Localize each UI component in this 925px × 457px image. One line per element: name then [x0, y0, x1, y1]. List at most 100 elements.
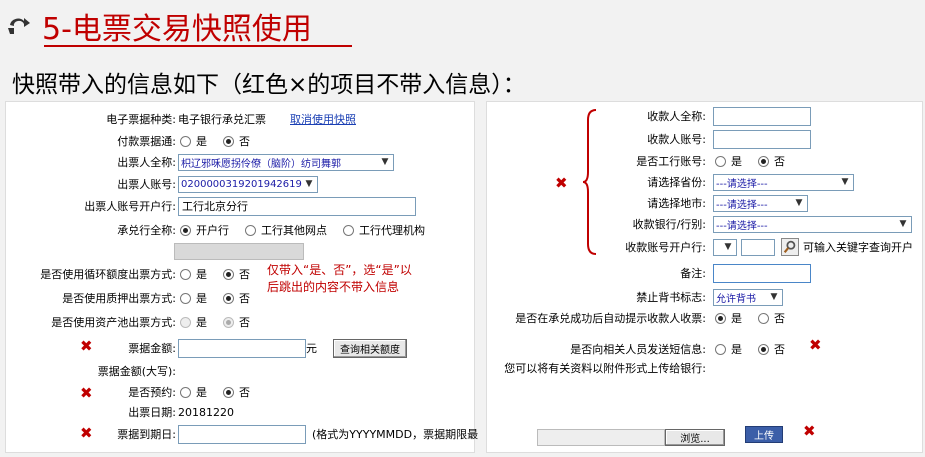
province-select[interactable]: ---请选择--- ▼: [713, 173, 854, 191]
query-quota-button[interactable]: 查询相关额度: [333, 338, 407, 358]
icbc-acct-row: 是否工行账号: 是 否: [636, 155, 785, 168]
endorse-select[interactable]: 允许背书 ▼: [713, 288, 783, 306]
recv-branch-label: 收款账号开户行:: [625, 241, 706, 254]
reserve-row: 是否预约: 是 否: [128, 386, 250, 399]
search-icon[interactable]: [781, 238, 799, 256]
issue-date-label: 出票日期:: [128, 406, 176, 419]
recv-branch-row: 收款账号开户行: ▼ 可输入关键字查询开户: [487, 237, 924, 257]
x-mark-icon: ✖: [803, 422, 816, 440]
due-date-label: 票据到期日:: [117, 428, 176, 441]
amount-upper-label: 票据金额(大写):: [97, 365, 176, 378]
chevron-down-icon: ▼: [381, 156, 389, 167]
drawer-name-row: 出票人全称: 枳辽邪咊愿拐伶僚（脑阶）纺司舞郭 ▼: [6, 152, 476, 172]
drawer-name-select[interactable]: 枳辽邪咊愿拐伶僚（脑阶）纺司舞郭 ▼: [178, 153, 394, 171]
reserve-no-radio[interactable]: [223, 386, 234, 398]
amount-row: 票据金额: 元 查询相关额度: [6, 338, 476, 358]
pledge-yes-radio[interactable]: [180, 292, 191, 304]
asset-pool-label: 是否使用资产池出票方式:: [51, 316, 176, 329]
bill-type-label: 电子票据种类:: [106, 113, 176, 126]
acceptor-row: 承兑行全称: 开户行 工行其他网点 工行代理机构: [117, 224, 425, 237]
city-select[interactable]: ---请选择--- ▼: [713, 194, 808, 212]
acceptor-agent-radio[interactable]: [343, 224, 354, 236]
pay-bill-yes-radio[interactable]: [180, 135, 191, 147]
remark-row: 备注:: [487, 263, 924, 283]
payee-acct-input[interactable]: [713, 129, 811, 149]
drawer-acct-label: 出票人账号:: [117, 178, 176, 191]
remark-label: 备注:: [680, 267, 706, 280]
chevron-down-icon: ▼: [899, 218, 907, 229]
title-underline: [44, 45, 352, 47]
chevron-down-icon: ▼: [770, 291, 778, 302]
slide-header: 5-电票交易快照使用: [0, 0, 925, 50]
chevron-down-icon: ▼: [305, 178, 313, 189]
browse-button[interactable]: 浏览...: [665, 429, 725, 446]
sms-no-radio[interactable]: [758, 343, 769, 355]
pledge-no-radio[interactable]: [223, 292, 234, 304]
file-path-input[interactable]: [537, 429, 665, 446]
auto-prompt-label: 是否在承兑成功后自动提示收款人收票:: [515, 312, 706, 325]
slide-title: 5-电票交易快照使用: [42, 12, 312, 47]
reserve-label: 是否预约:: [128, 386, 176, 399]
cancel-snapshot-link[interactable]: 取消使用快照: [290, 111, 356, 127]
drawer-bank-input[interactable]: 工行北京分行: [178, 196, 416, 216]
payee-acct-row: 收款人账号:: [487, 129, 924, 149]
payee-name-input[interactable]: [713, 106, 811, 126]
x-mark-icon: ✖: [809, 336, 822, 354]
issue-date-row: 出票日期: 20181220: [6, 402, 476, 422]
remark-input[interactable]: [713, 263, 811, 283]
acceptor-own-radio[interactable]: [180, 224, 191, 236]
yes-label: 是: [196, 135, 207, 148]
payee-name-label: 收款人全称:: [647, 110, 706, 123]
auto-prompt-no-radio[interactable]: [758, 312, 769, 324]
revolving-yes-radio[interactable]: [180, 268, 191, 280]
drawer-acct-select[interactable]: 0200000319201942619 ▼: [178, 175, 318, 193]
payee-acct-label: 收款人账号:: [647, 133, 706, 146]
reserve-yes-radio[interactable]: [180, 386, 191, 398]
chevron-down-icon: ▼: [795, 197, 803, 208]
recv-bank-select[interactable]: ---请选择--- ▼: [713, 215, 912, 233]
chevron-down-icon: ▼: [841, 176, 849, 187]
due-date-hint: (格式为YYYYMMDD，票据期限最: [312, 428, 479, 441]
slide-subtitle: 快照带入的信息如下（红色×的项目不带入信息）：: [12, 72, 526, 98]
pay-bill-no-radio[interactable]: [223, 135, 234, 147]
pay-bill-label: 付款票据通:: [117, 135, 176, 148]
due-date-row: 票据到期日: (格式为YYYYMMDD，票据期限最: [6, 424, 479, 444]
city-label: 请选择地市:: [647, 197, 706, 210]
left-form-panel: 电子票据种类: 电子银行承兑汇票 取消使用快照 付款票据通: 是 否 出票人全称…: [5, 101, 479, 453]
amount-input[interactable]: [178, 338, 306, 358]
acceptor-other-radio[interactable]: [245, 224, 256, 236]
sms-yes-radio[interactable]: [715, 343, 726, 355]
drawer-bank-row: 出票人账号开户行: 工行北京分行: [6, 196, 476, 216]
province-row: 请选择省份: ---请选择--- ▼: [487, 172, 924, 192]
attach-row: 您可以将有关资料以附件形式上传给银行:: [487, 358, 924, 378]
asset-pool-row: 是否使用资产池出票方式: 是 否: [51, 316, 250, 329]
icbc-no-radio[interactable]: [758, 155, 769, 167]
recv-branch-hint: 可输入关键字查询开户: [803, 241, 913, 254]
icbc-yes-radio[interactable]: [715, 155, 726, 167]
due-date-input[interactable]: [178, 424, 306, 444]
pledge-label: 是否使用质押出票方式:: [62, 292, 176, 305]
bill-type-row: 电子票据种类: 电子银行承兑汇票 取消使用快照: [6, 109, 476, 129]
drawer-name-label: 出票人全称:: [117, 156, 176, 169]
revolving-label: 是否使用循环额度出票方式:: [40, 268, 176, 281]
amount-upper-row: 票据金额(大写):: [6, 361, 476, 381]
auto-prompt-row: 是否在承兑成功后自动提示收款人收票: 是 否: [515, 312, 785, 325]
amount-unit: 元: [306, 342, 317, 355]
upload-button[interactable]: 上传: [745, 426, 783, 443]
attach-label: 您可以将有关资料以附件形式上传给银行:: [504, 362, 706, 375]
auto-prompt-yes-radio[interactable]: [715, 312, 726, 324]
recv-bank-label: 收款银行/行别:: [632, 218, 706, 231]
issue-date-value: 20181220: [178, 405, 234, 419]
revolving-no-radio[interactable]: [223, 268, 234, 280]
payee-name-row: 收款人全称:: [487, 106, 924, 126]
sms-label: 是否向相关人员发送短信息:: [570, 343, 706, 356]
icbc-acct-label: 是否工行账号:: [636, 155, 706, 168]
right-form-panel: ✖ 收款人全称: 收款人账号: 是否工行账号: 是 否 请选择省份: ---请选…: [486, 101, 923, 453]
carry-over-note: 仅带入“是、否”，选“是”以 后跳出的内容不带入信息: [267, 263, 412, 294]
recv-branch-input[interactable]: [741, 238, 775, 256]
acceptor-grey-field: [174, 243, 304, 260]
recv-branch-select[interactable]: ▼: [713, 238, 737, 256]
recv-bank-row: 收款银行/行别: ---请选择--- ▼: [487, 214, 924, 234]
drawer-bank-label: 出票人账号开户行:: [84, 200, 176, 213]
amount-label: 票据金额:: [128, 342, 176, 355]
